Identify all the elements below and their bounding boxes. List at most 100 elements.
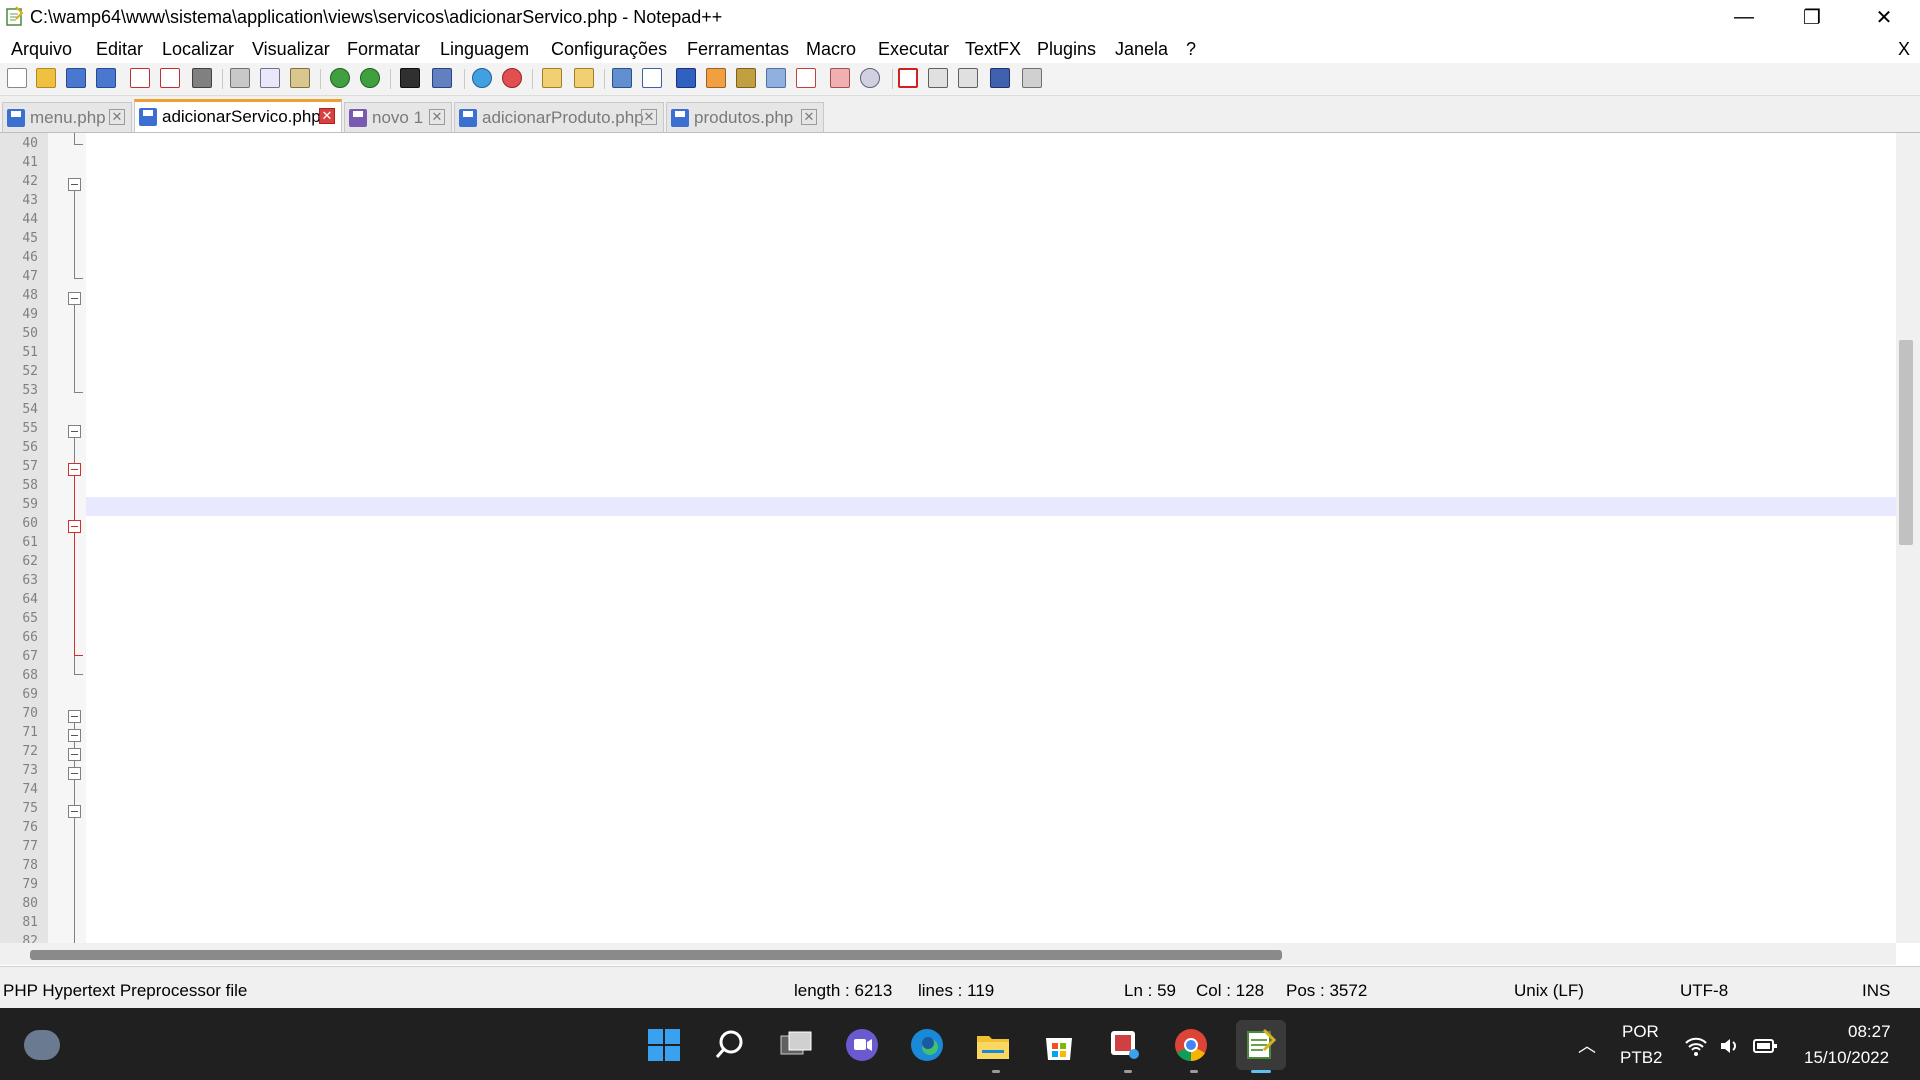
document-map-icon[interactable] [736,68,756,88]
show-all-chars-icon[interactable] [642,68,662,88]
fold-toggle-icon[interactable] [68,425,81,438]
line-number: 52 [22,364,38,379]
edge-browser-icon[interactable] [908,1026,946,1064]
stop-macro-icon[interactable] [928,68,948,88]
cut-icon[interactable] [230,68,250,88]
fold-toggle-icon[interactable] [68,805,81,818]
save-macro-icon[interactable] [1022,68,1042,88]
fold-toggle-icon[interactable] [68,178,81,191]
taskbar: ︿ POR PTB2 08:27 15/10/2022 [0,1008,1920,1080]
encoding[interactable]: UTF-8 [1680,981,1728,1001]
menu-configuracoes[interactable]: Configurações [551,39,667,60]
tab-novo-1[interactable]: novo 1 ✕ [344,102,452,132]
record-macro-icon[interactable] [898,68,918,88]
eye-icon[interactable] [860,68,880,88]
close-file-icon[interactable] [130,68,150,88]
find-icon[interactable] [400,68,420,88]
fold-toggle-icon[interactable] [68,292,81,305]
tab-adicionarproduto-php[interactable]: adicionarProduto.php ✕ [454,102,664,132]
tab-menu-php[interactable]: menu.php ✕ [2,102,132,132]
menu-localizar[interactable]: Localizar [162,39,234,60]
menu-editar[interactable]: Editar [96,39,143,60]
word-wrap-icon[interactable] [612,68,632,88]
close-tab-icon[interactable]: ✕ [801,109,817,125]
close-tab-icon[interactable]: ✕ [109,109,125,125]
undo-icon[interactable] [330,68,350,88]
menu-formatar[interactable]: Formatar [347,39,420,60]
play-macro-icon[interactable] [958,68,978,88]
close-tab-icon[interactable]: ✕ [319,108,335,124]
menu-linguagem[interactable]: Linguagem [440,39,529,60]
menu-executar[interactable]: Executar [878,39,949,60]
close-all-icon[interactable] [160,68,180,88]
close-window-button[interactable]: ✕ [1856,0,1912,34]
windows-start-icon[interactable] [645,1026,683,1064]
fold-toggle-icon[interactable] [68,729,81,742]
file-explorer-icon[interactable] [974,1026,1012,1064]
save-all-icon[interactable] [96,68,116,88]
tab-produtos-php[interactable]: produtos.php ✕ [666,102,824,132]
code-editor[interactable]: 40 41 42 43 44 45 46 47 48 49 50 51 52 5… [0,133,1896,943]
chrome-browser-icon[interactable] [1172,1026,1210,1064]
notepadpp-taskbar-icon[interactable] [1236,1020,1286,1070]
insert-mode[interactable]: INS [1862,981,1890,1001]
fold-toggle-icon[interactable] [68,463,81,476]
replace-icon[interactable] [432,68,452,88]
search-icon[interactable] [711,1026,749,1064]
function-list-icon[interactable] [766,68,786,88]
language-icon[interactable] [706,68,726,88]
menu-textfx[interactable]: TextFX [965,39,1021,60]
redo-icon[interactable] [360,68,380,88]
document-lines: lines : 119 [918,981,995,1000]
fold-toggle-icon[interactable] [68,520,81,533]
menu-visualizar[interactable]: Visualizar [252,39,330,60]
maximize-button[interactable]: ❐ [1784,0,1840,34]
clock-date[interactable]: 15/10/2022 [1804,1048,1889,1068]
fold-toggle-icon[interactable] [68,710,81,723]
weather-icon[interactable] [24,1030,60,1060]
clock-time[interactable]: 08:27 [1848,1022,1891,1042]
battery-icon[interactable] [1752,1034,1778,1058]
sync-horizontal-icon[interactable] [574,68,594,88]
zoom-in-icon[interactable] [472,68,492,88]
unsaved-file-icon [349,108,367,127]
run-macro-multiple-icon[interactable] [990,68,1010,88]
snipping-tool-icon[interactable] [1106,1026,1144,1064]
sync-vertical-icon[interactable] [542,68,562,88]
volume-icon[interactable] [1718,1034,1742,1058]
menu-arquivo[interactable]: Arquivo [11,39,72,60]
close-tab-icon[interactable]: ✕ [429,109,445,125]
print-icon[interactable] [192,68,212,88]
menu-macro[interactable]: Macro [806,39,856,60]
save-icon[interactable] [66,68,86,88]
microsoft-store-icon[interactable] [1040,1026,1078,1064]
close-document-button[interactable]: X [1898,39,1910,60]
tab-adicionarservico-php[interactable]: adicionarServico.php ✕ [134,99,342,132]
close-tab-icon[interactable]: ✕ [641,109,657,125]
wifi-icon[interactable] [1684,1034,1708,1058]
zoom-out-icon[interactable] [502,68,522,88]
copy-icon[interactable] [260,68,280,88]
task-view-icon[interactable] [777,1026,815,1064]
menu-janela[interactable]: Janela [1115,39,1168,60]
horizontal-scroll-thumb[interactable] [30,950,1282,960]
menu-ferramentas[interactable]: Ferramentas [687,39,789,60]
indent-guide-icon[interactable] [676,68,696,88]
input-language-bottom[interactable]: PTB2 [1620,1048,1663,1068]
menu-help[interactable]: ? [1186,39,1196,60]
show-hidden-icons[interactable]: ︿ [1578,1032,1596,1058]
fold-toggle-icon[interactable] [68,748,81,761]
open-folder-icon[interactable] [36,68,56,88]
minimize-button[interactable]: — [1716,0,1772,34]
paste-icon[interactable] [290,68,310,88]
folder-as-workspace-icon[interactable] [796,68,816,88]
new-file-icon[interactable] [7,68,27,88]
fold-toggle-icon[interactable] [68,767,81,780]
menu-plugins[interactable]: Plugins [1037,39,1096,60]
input-language-top[interactable]: POR [1622,1022,1659,1042]
vertical-scroll-thumb[interactable] [1899,340,1913,545]
monitoring-icon[interactable] [830,68,850,88]
saved-file-icon [7,108,25,127]
teams-chat-icon[interactable] [843,1026,881,1064]
eol-format[interactable]: Unix (LF) [1514,981,1584,1001]
